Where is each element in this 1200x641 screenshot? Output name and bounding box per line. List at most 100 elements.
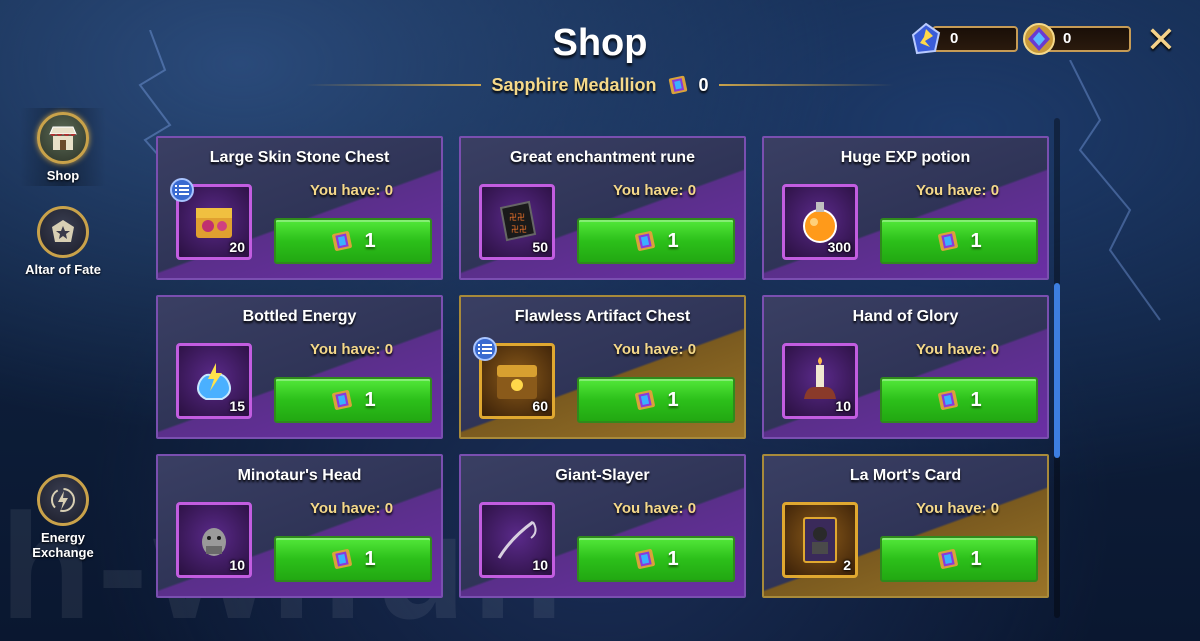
scrollbar[interactable] — [1054, 118, 1060, 618]
la-morts-card-icon — [803, 517, 837, 563]
item-quantity: 15 — [229, 398, 245, 414]
nav-label-energy-exchange: Energy Exchange — [32, 530, 94, 560]
sapphire-medallion-icon — [332, 549, 353, 569]
item-name: Great enchantment rune — [510, 149, 695, 166]
shop-item-card: Large Skin Stone Chest You have: 0 20 1 — [156, 136, 443, 280]
buy-price: 1 — [364, 547, 376, 570]
item-name: Hand of Glory — [852, 308, 959, 325]
lightning-icon — [51, 488, 75, 512]
owned-count: You have: 0 — [309, 500, 394, 517]
shop-icon — [49, 126, 77, 150]
buy-button[interactable]: 1 — [880, 536, 1038, 582]
shop-item-card: Bottled Energy You have: 0 15 1 — [156, 295, 443, 439]
sapphire-medallion-icon — [332, 231, 353, 251]
buy-price: 1 — [667, 229, 679, 252]
buy-price: 1 — [667, 547, 679, 570]
close-icon[interactable]: ✕ — [1143, 22, 1179, 58]
owned-count: You have: 0 — [612, 341, 697, 358]
info-list-icon[interactable] — [170, 178, 194, 202]
medallion-count: 0 — [698, 74, 709, 95]
item-quantity: 300 — [827, 239, 851, 255]
owned-count: You have: 0 — [612, 500, 697, 517]
buy-price: 1 — [970, 547, 982, 570]
shop-item-card: Minotaur's Head You have: 0 10 1 — [156, 454, 443, 598]
item-icon-frame[interactable]: 10 — [479, 502, 555, 578]
buy-button[interactable]: 1 — [880, 218, 1038, 264]
item-icon-frame[interactable]: 卍卍 卍卍 50 — [479, 184, 555, 260]
item-name: Huge EXP potion — [840, 149, 971, 166]
owned-count: You have: 0 — [915, 500, 1000, 517]
energy-currency[interactable]: 0 — [908, 22, 1018, 55]
nav-item-energy-exchange[interactable]: Energy Exchange — [20, 474, 106, 560]
item-name: Giant-Slayer — [555, 467, 650, 484]
medal-currency[interactable]: 0 — [1021, 23, 1131, 55]
altar-nav-button[interactable] — [37, 206, 89, 258]
subtitle-row: Sapphire Medallion 0 — [0, 74, 1200, 96]
shop-item-card: La Mort's Card You have: 0 2 1 — [762, 454, 1049, 598]
energy-crystal-icon — [911, 22, 941, 55]
owned-count: You have: 0 — [915, 182, 1000, 199]
svg-text:卍卍: 卍卍 — [511, 225, 527, 234]
nav-item-shop[interactable]: Shop — [20, 112, 106, 183]
item-name: Flawless Artifact Chest — [514, 308, 691, 325]
shop-item-card: Great enchantment rune You have: 0 卍卍 卍卍 … — [459, 136, 746, 280]
sapphire-medallion-icon — [332, 390, 353, 410]
sapphire-medallion-icon — [635, 231, 656, 251]
item-name: Bottled Energy — [242, 308, 357, 325]
item-icon-frame[interactable]: 15 — [176, 343, 252, 419]
medal-icon — [1023, 23, 1055, 55]
currency-name: Sapphire Medallion — [491, 74, 657, 95]
buy-button[interactable]: 1 — [274, 218, 432, 264]
item-quantity: 20 — [229, 239, 245, 255]
item-name: Minotaur's Head — [237, 467, 362, 484]
lightning-decoration — [1069, 60, 1161, 321]
item-quantity: 10 — [532, 557, 548, 573]
shop-item-card: Giant-Slayer You have: 0 10 1 — [459, 454, 746, 598]
medal-value: 0 — [1045, 26, 1131, 52]
owned-count: You have: 0 — [309, 341, 394, 358]
owned-count: You have: 0 — [309, 182, 394, 199]
shop-item-card: Huge EXP potion You have: 0 300 1 — [762, 136, 1049, 280]
divider — [306, 84, 482, 86]
item-icon-frame[interactable]: 300 — [782, 184, 858, 260]
energy-exchange-nav-button[interactable] — [37, 474, 89, 526]
shop-item-card: Flawless Artifact Chest You have: 0 60 1 — [459, 295, 746, 439]
buy-price: 1 — [970, 388, 982, 411]
shop-grid: Large Skin Stone Chest You have: 0 20 1 … — [156, 136, 1049, 641]
buy-button[interactable]: 1 — [274, 536, 432, 582]
scroll-thumb[interactable] — [1054, 283, 1060, 458]
sapphire-medallion-icon — [938, 549, 959, 569]
item-name: La Mort's Card — [849, 467, 962, 484]
energy-value: 0 — [932, 26, 1018, 52]
owned-count: You have: 0 — [612, 182, 697, 199]
buy-button[interactable]: 1 — [577, 218, 735, 264]
nav-label-shop: Shop — [46, 168, 80, 183]
item-icon-frame[interactable]: 2 — [782, 502, 858, 578]
nav-label-altar: Altar of Fate — [25, 262, 101, 277]
sapphire-medallion-icon — [635, 549, 656, 569]
page-title: Shop — [552, 22, 648, 64]
item-name: Large Skin Stone Chest — [209, 149, 390, 166]
buy-price: 1 — [970, 229, 982, 252]
item-icon-frame[interactable]: 10 — [176, 502, 252, 578]
buy-price: 1 — [364, 388, 376, 411]
buy-button[interactable]: 1 — [577, 377, 735, 423]
item-icon-frame[interactable]: 10 — [782, 343, 858, 419]
buy-button[interactable]: 1 — [880, 377, 1038, 423]
sapphire-medallion-icon — [938, 231, 959, 251]
buy-button[interactable]: 1 — [577, 536, 735, 582]
item-quantity: 50 — [532, 239, 548, 255]
shop-item-card: Hand of Glory You have: 0 10 1 — [762, 295, 1049, 439]
buy-button[interactable]: 1 — [274, 377, 432, 423]
item-quantity: 10 — [835, 398, 851, 414]
sapphire-medallion-icon — [938, 390, 959, 410]
item-quantity: 60 — [532, 398, 548, 414]
nav-item-altar-of-fate[interactable]: Altar of Fate — [20, 206, 106, 277]
divider — [718, 84, 894, 86]
owned-count: You have: 0 — [915, 341, 1000, 358]
info-list-icon[interactable] — [473, 337, 497, 361]
star-icon — [52, 220, 74, 242]
item-quantity: 10 — [229, 557, 245, 573]
shop-nav-button[interactable] — [37, 112, 89, 164]
sapphire-medallion-icon — [668, 75, 687, 95]
